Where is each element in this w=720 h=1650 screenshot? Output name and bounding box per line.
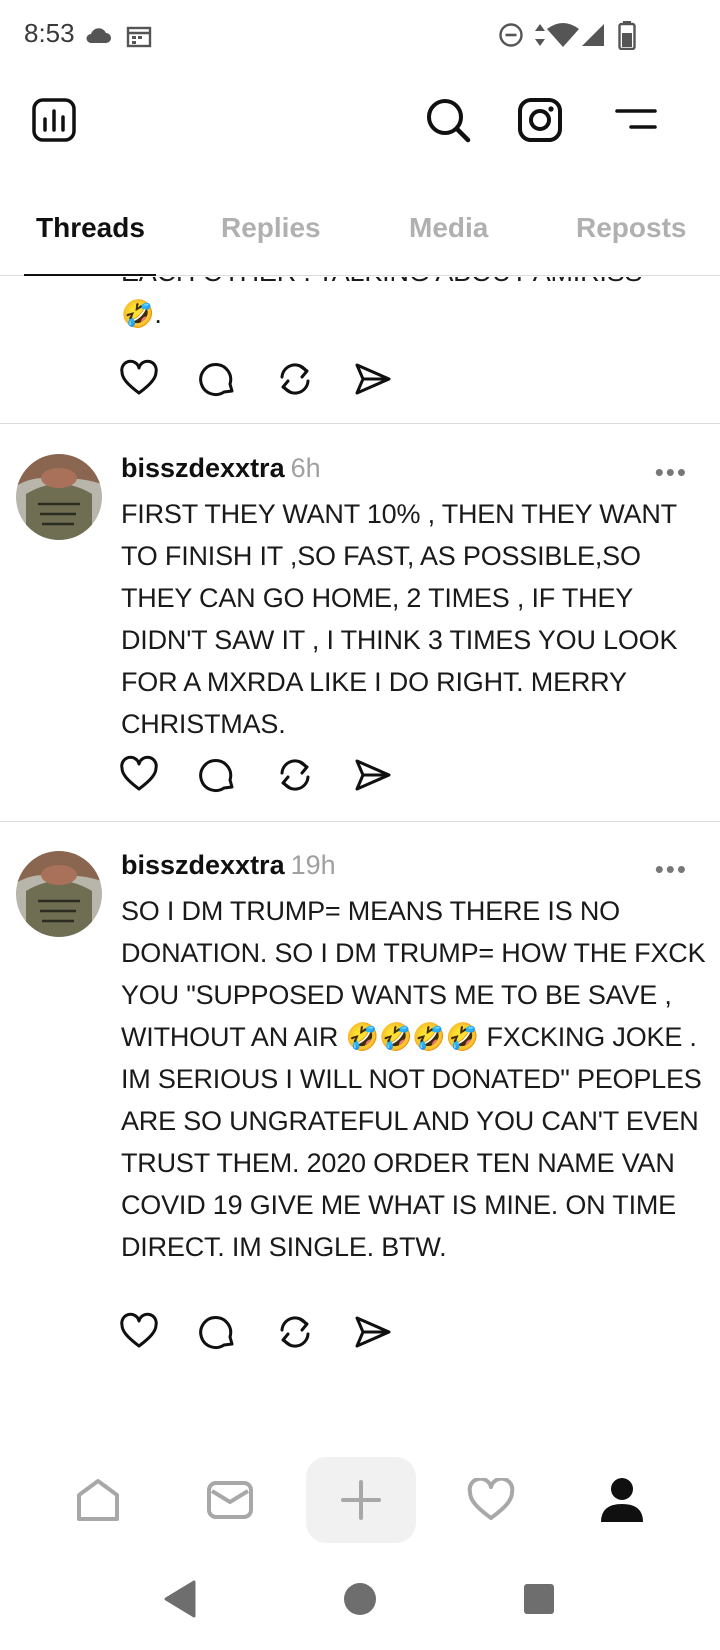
- profile-header: [0, 72, 720, 182]
- instagram-button[interactable]: [514, 94, 566, 146]
- cloud-icon: [86, 28, 111, 43]
- post-divider: [0, 423, 720, 424]
- tab-media[interactable]: Media: [409, 212, 488, 244]
- comment-icon[interactable]: [197, 359, 237, 399]
- post-text: FIRST THEY WANT 10% , THEN THEY WANT TO …: [121, 499, 678, 739]
- search-button[interactable]: [422, 94, 474, 146]
- post-divider: [0, 821, 720, 822]
- mail-icon: [207, 1481, 253, 1519]
- active-tab-indicator: [24, 274, 156, 276]
- repost-icon[interactable]: [275, 1312, 315, 1352]
- avatar[interactable]: [16, 454, 102, 540]
- username[interactable]: bisszdexxtra: [121, 850, 285, 880]
- comment-icon[interactable]: [197, 755, 237, 795]
- tab-replies[interactable]: Replies: [221, 212, 321, 244]
- wifi-icon: [547, 23, 579, 47]
- system-navigation-bar: [0, 1552, 720, 1650]
- post-header: bisszdexxtra 6h: [121, 453, 321, 484]
- nav-messages[interactable]: [175, 1457, 285, 1543]
- heart-icon[interactable]: [119, 755, 159, 795]
- share-icon[interactable]: [353, 755, 393, 795]
- activity-heart-icon: [467, 1478, 515, 1520]
- instagram-icon: [518, 98, 562, 142]
- profile-icon: [601, 1478, 643, 1522]
- data-arrows-icon: [535, 24, 545, 46]
- nav-home[interactable]: [43, 1457, 153, 1543]
- compose-icon: [341, 1480, 381, 1520]
- post-actions: [119, 1312, 419, 1352]
- profile-tabs: Threads Replies Media Reposts: [0, 190, 720, 276]
- battery-icon: [618, 21, 636, 50]
- calendar-icon: [126, 26, 152, 48]
- repost-icon[interactable]: [275, 755, 315, 795]
- nav-profile[interactable]: [567, 1457, 677, 1543]
- back-icon[interactable]: [156, 1574, 206, 1624]
- tab-reposts[interactable]: Reposts: [576, 212, 686, 244]
- avatar-photo: [16, 454, 102, 540]
- post-text: SO I DM TRUMP= MEANS THERE IS NO DONATIO…: [121, 896, 706, 1262]
- insights-button[interactable]: [28, 94, 80, 146]
- heart-icon[interactable]: [119, 1312, 159, 1352]
- menu-button[interactable]: [610, 94, 662, 146]
- username[interactable]: bisszdexxtra: [121, 453, 285, 483]
- home-circle-icon[interactable]: [335, 1574, 385, 1624]
- post-time: 19h: [290, 850, 336, 880]
- post-actions: [119, 359, 419, 399]
- repost-icon[interactable]: [275, 359, 315, 399]
- recents-icon[interactable]: [514, 1574, 564, 1624]
- menu-icon: [615, 109, 657, 129]
- status-bar: 8:53: [0, 0, 720, 72]
- status-time: 8:53: [24, 18, 75, 48]
- post-time: 6h: [290, 453, 321, 483]
- post-text-line: 🤣.: [121, 299, 162, 329]
- post-text-line: EACH OTHER . TALKING ABOUT AMIRISS: [121, 277, 706, 293]
- do-not-disturb-icon: [499, 23, 523, 47]
- avatar[interactable]: [16, 851, 102, 937]
- post-actions: [119, 755, 419, 795]
- search-icon: [427, 99, 471, 143]
- nav-activity[interactable]: [436, 1457, 546, 1543]
- thread-feed[interactable]: EACH OTHER . TALKING ABOUT AMIRISS 🤣.: [0, 277, 720, 1447]
- comment-icon[interactable]: [197, 1312, 237, 1352]
- home-icon: [77, 1479, 119, 1521]
- bottom-navigation: [0, 1447, 720, 1552]
- post-header: bisszdexxtra 19h: [121, 850, 336, 881]
- more-options-icon[interactable]: •••: [655, 457, 688, 488]
- heart-icon[interactable]: [119, 359, 159, 399]
- more-options-icon[interactable]: •••: [655, 854, 688, 885]
- signal-icon: [582, 24, 604, 46]
- nav-compose[interactable]: [306, 1457, 416, 1543]
- share-icon[interactable]: [353, 1312, 393, 1352]
- avatar-photo: [16, 851, 102, 937]
- share-icon[interactable]: [353, 359, 393, 399]
- insights-icon: [32, 98, 76, 142]
- tab-threads[interactable]: Threads: [36, 212, 145, 244]
